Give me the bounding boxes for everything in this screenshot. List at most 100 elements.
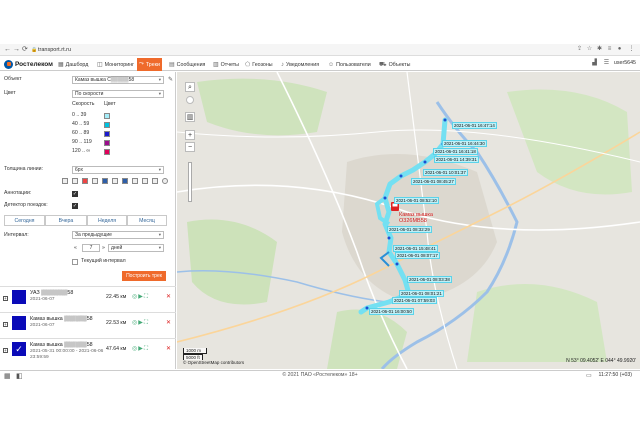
map-location-icon[interactable] — [186, 96, 194, 104]
dashboard-icon: ▦ — [58, 62, 64, 68]
expand-icon[interactable]: + — [3, 296, 8, 301]
stats-icon[interactable]: ▟ — [591, 60, 598, 67]
track-color-swatch[interactable] — [12, 290, 26, 304]
track-actions-icons[interactable]: ◎▶⛶ — [132, 345, 149, 353]
map-search-icon[interactable]: ⌕ — [185, 82, 195, 92]
menu-monitoring-label: Мониторинг — [104, 61, 135, 68]
object-select[interactable]: Камаз вышка С▒▒▒▒▒58 ▾ — [72, 76, 164, 84]
menu-monitoring[interactable]: ◫ Мониторинг — [95, 58, 136, 71]
menu-notifications[interactable]: ♪ Уведомления — [279, 58, 321, 71]
track-point-label: 2021-06-01 07:59:03 — [392, 297, 437, 304]
menu-reports[interactable]: ▥ Отчеты — [211, 58, 241, 71]
annotations-label: Аннотации: — [4, 190, 32, 196]
more-icon[interactable]: ⋮ — [628, 46, 635, 53]
vehicle-marker-label[interactable]: Камаз вышка О326МВ58 — [399, 212, 433, 224]
track-color-swatch-checked[interactable]: ✓ — [12, 342, 26, 356]
tool-icon[interactable] — [162, 178, 168, 184]
tool-icon[interactable] — [132, 178, 138, 184]
speed-color-swatch[interactable] — [104, 113, 110, 119]
trip-detector-checkbox[interactable]: ✓ — [72, 203, 78, 209]
tool-icon[interactable] — [72, 178, 78, 184]
chevron-down-icon: ▾ — [158, 232, 161, 237]
track-point-label: 2021-06-01 16:41:18 — [433, 148, 478, 155]
browser-chrome: ← → ⟳ 🔒 transport.rt.ru ⇪ ☆ ✱ ≡ ● ⋮ — [0, 0, 640, 56]
forward-icon[interactable]: → — [13, 46, 20, 54]
track-color-swatch[interactable] — [12, 316, 26, 330]
interval-select[interactable]: За предыдущие ▾ — [72, 231, 164, 239]
zoom-slider[interactable] — [188, 162, 192, 202]
list-item[interactable]: + ✓ Камаз вышка ▒▒▒▒▒▒58 2021-05-31 00:0… — [0, 338, 176, 366]
period-month-button[interactable]: Месяц — [127, 215, 167, 226]
tool-icon[interactable] — [82, 178, 88, 184]
line-width-select[interactable]: 6px ▾ — [72, 166, 164, 174]
tool-icon[interactable] — [152, 178, 158, 184]
list-item[interactable]: + Камаз вышка ▒▒▒▒▒▒58 2021-06-07 22.53 … — [0, 312, 176, 336]
expand-icon[interactable]: + — [3, 322, 8, 327]
user-name[interactable]: user5645 — [614, 60, 636, 66]
period-yesterday-button[interactable]: Вчера — [45, 215, 87, 226]
color-mode-select[interactable]: По скорости ▾ — [72, 90, 164, 98]
wrench-icon[interactable]: ✎ — [168, 76, 173, 83]
menu-dashboard[interactable]: ▦ Дашборд — [56, 58, 90, 71]
scale-bar: 1000 m 5000 ft — [183, 348, 207, 360]
period-today-button[interactable]: Сегодня — [4, 215, 45, 226]
settings-icon[interactable]: ☰ — [603, 60, 610, 67]
chevron-down-icon: ▾ — [158, 245, 161, 250]
star-icon[interactable]: ☆ — [586, 46, 593, 53]
reload-icon[interactable]: ⟳ — [22, 46, 28, 54]
users-icon: ☺ — [328, 61, 335, 68]
reports-icon: ▥ — [213, 62, 219, 68]
tool-icon[interactable] — [112, 178, 118, 184]
url-text[interactable]: transport.rt.ru — [38, 46, 71, 54]
tool-icon[interactable] — [102, 178, 108, 184]
stepper-plus-icon[interactable]: » — [102, 245, 105, 252]
menu-tracks[interactable]: ⤳ Треки — [137, 58, 162, 71]
expand-icon[interactable]: + — [3, 348, 8, 353]
track-actions-icons[interactable]: ◎▶⛶ — [132, 319, 149, 327]
stepper-minus-icon[interactable]: « — [74, 245, 77, 252]
logo-mark-icon — [4, 59, 13, 69]
interval-count-value: 7 — [89, 245, 93, 251]
interval-count-input[interactable]: 7 — [82, 244, 100, 252]
map-view[interactable]: 2021-06-01 16:47:14 2021-06-01 16:44:30 … — [177, 72, 640, 369]
menu-users[interactable]: ☺ Пользователи — [326, 58, 373, 71]
messages-icon: ▤ — [169, 62, 175, 68]
share-icon[interactable]: ⇪ — [576, 46, 583, 53]
interval-unit-value: дней — [111, 245, 123, 251]
track-point-label: 2021-06-01 16:47:14 — [452, 122, 497, 129]
back-icon[interactable]: ← — [4, 46, 11, 54]
lock-icon: 🔒 — [31, 47, 38, 53]
map-attribution[interactable]: © OpenStreetMap contributors — [183, 360, 244, 365]
menu-geofences[interactable]: ⬠ Геозоны — [243, 58, 275, 71]
menu-objects[interactable]: ⛟ Объекты — [377, 58, 412, 71]
period-week-button[interactable]: Неделя — [87, 215, 127, 226]
delete-icon[interactable]: ✕ — [166, 293, 171, 300]
zoom-in-button[interactable]: + — [185, 130, 195, 140]
delete-icon[interactable]: ✕ — [166, 345, 171, 352]
address-bar[interactable] — [0, 44, 640, 56]
list-item[interactable]: + УАЗ ▒▒▒▒▒▒▒58 2021-06-07 22.45 км ◎▶⛶ … — [0, 286, 176, 310]
delete-icon[interactable]: ✕ — [166, 319, 171, 326]
annotations-checkbox[interactable]: ✓ — [72, 191, 78, 197]
tool-icon[interactable] — [62, 178, 68, 184]
menu-notifications-label: Уведомления — [286, 61, 320, 68]
tool-icon[interactable] — [142, 178, 148, 184]
zoom-out-button[interactable]: − — [185, 142, 195, 152]
build-track-button[interactable]: Построить трек — [122, 271, 166, 281]
speed-color-swatch[interactable] — [104, 122, 110, 128]
map-layers-icon[interactable]: ▥ — [185, 112, 195, 122]
tool-icon[interactable] — [122, 178, 128, 184]
extensions-icon[interactable]: ✱ — [596, 46, 603, 53]
profile-icon[interactable]: ● — [616, 46, 623, 53]
window-icon[interactable]: ▭ — [586, 372, 592, 379]
menu-icon[interactable]: ≡ — [606, 46, 613, 53]
menu-tracks-label: Треки — [145, 61, 160, 68]
tool-icon[interactable] — [92, 178, 98, 184]
interval-unit-select[interactable]: дней ▾ — [108, 244, 164, 252]
track-actions-icons[interactable]: ◎▶⛶ — [132, 293, 149, 301]
speed-color-swatch[interactable] — [104, 131, 110, 137]
current-interval-checkbox[interactable] — [72, 259, 78, 265]
speed-color-swatch[interactable] — [104, 149, 110, 155]
menu-messages[interactable]: ▤ Сообщения — [167, 58, 207, 71]
speed-color-swatch[interactable] — [104, 140, 110, 146]
